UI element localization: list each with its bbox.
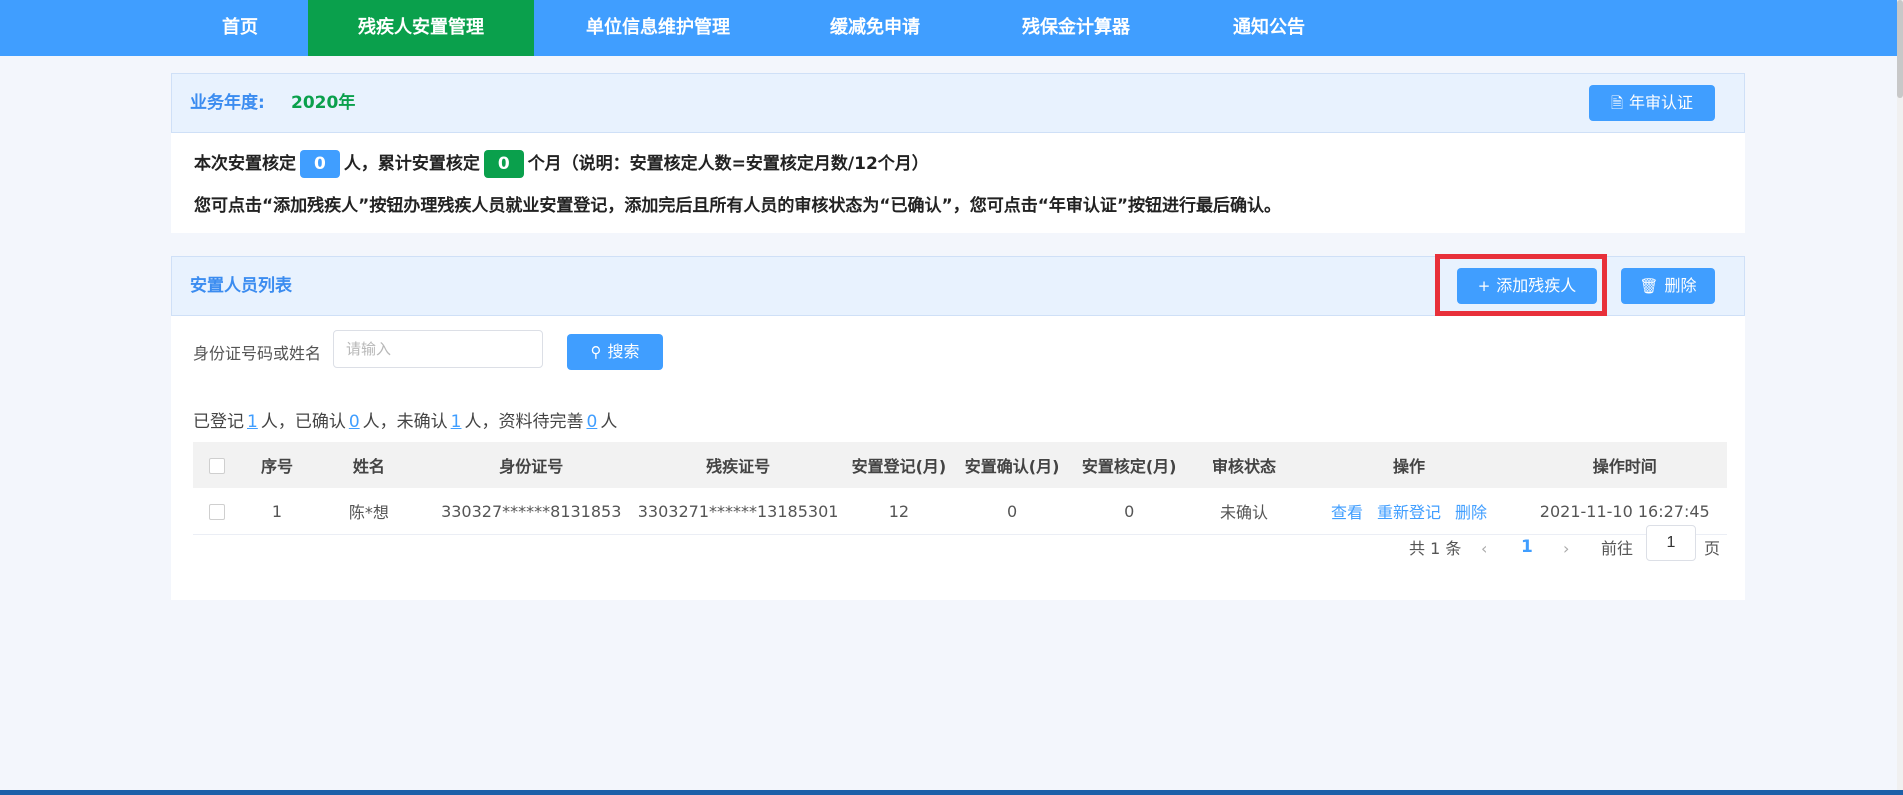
summary-text-3: 人，未确认	[362, 412, 448, 432]
bottom-bar	[0, 790, 1903, 795]
col-status: 审核状态	[1192, 442, 1296, 488]
scrollbar-track[interactable]	[1897, 0, 1903, 795]
nav-item-notices[interactable]: 通知公告	[1210, 0, 1328, 56]
list-title: 安置人员列表	[190, 276, 292, 296]
top-nav: 首页 残疾人安置管理 单位信息维护管理 缓减免申请 残保金计算器 通知公告	[0, 0, 1903, 56]
nav-item-placement-management[interactable]: 残疾人安置管理	[308, 0, 534, 56]
year-panel: 业务年度: 2020年 🗎 年审认证 本次安置核定 0 人，累计安置核定 0 个月（说明：…	[171, 73, 1745, 233]
search-icon: ⚲	[590, 343, 602, 361]
col-index: 序号	[241, 442, 313, 488]
registered-count[interactable]: 1	[247, 412, 258, 432]
document-icon: 🗎	[1610, 94, 1624, 112]
scrollbar-thumb[interactable]	[1897, 0, 1903, 98]
row-checkbox[interactable]	[209, 504, 226, 520]
col-actions: 操作	[1295, 442, 1523, 488]
confirmed-count[interactable]: 0	[349, 412, 360, 432]
delete-row-link[interactable]: 删除	[1455, 503, 1487, 522]
year-panel-header: 业务年度: 2020年 🗎 年审认证	[171, 73, 1745, 133]
placement-mid: 人，累计安置核定	[343, 154, 480, 174]
cell-registered-months: 12	[839, 488, 959, 535]
prev-page-icon[interactable]: ‹	[1481, 539, 1487, 558]
re-register-link[interactable]: 重新登记	[1377, 503, 1441, 522]
cell-id-number: 330327******8131853	[425, 488, 637, 535]
col-confirmed-months: 安置确认(月)	[958, 442, 1066, 488]
table-row: 1 陈*想 330327******8131853 3303271******1…	[193, 488, 1727, 535]
search-label: 身份证号码或姓名	[193, 344, 322, 363]
table-header-row: 序号 姓名 身份证号 残疾证号 安置登记(月) 安置确认(月) 安置核定(月) …	[193, 442, 1727, 488]
search-input[interactable]	[333, 330, 543, 368]
view-link[interactable]: 查看	[1331, 503, 1363, 522]
cell-actions: 查看 重新登记 删除	[1295, 488, 1523, 535]
nav-item-home[interactable]: 首页	[195, 0, 285, 56]
year-label: 业务年度:	[190, 93, 265, 113]
page-number-current[interactable]: 1	[1521, 537, 1533, 557]
list-panel: 安置人员列表 +添加残疾人 🗑删除 身份证号码或姓名 ⚲搜索 已登记1人，已确认…	[171, 254, 1745, 600]
cell-index: 1	[241, 488, 313, 535]
cell-confirmed-months: 0	[958, 488, 1066, 535]
summary-text-2: 人，已确认	[260, 412, 346, 432]
search-button[interactable]: ⚲ 搜索	[567, 334, 663, 370]
col-time: 操作时间	[1522, 442, 1727, 488]
summary-text-4: 人，资料待完善	[464, 412, 584, 432]
summary-text-5: 人	[600, 412, 618, 432]
year-value: 2020年	[291, 93, 356, 113]
next-page-icon[interactable]: ›	[1563, 539, 1569, 558]
placement-months-badge: 0	[483, 150, 524, 178]
placement-prefix: 本次安置核定	[194, 154, 296, 174]
nav-item-calculator[interactable]: 残保金计算器	[1000, 0, 1152, 56]
placement-suffix: 个月（说明：安置核定人数=安置核定月数/12个月）	[527, 154, 929, 174]
nav-item-reduction-application[interactable]: 缓减免申请	[800, 0, 950, 56]
nav-item-unit-info[interactable]: 单位信息维护管理	[560, 0, 756, 56]
col-disability-cert: 残疾证号	[636, 442, 840, 488]
highlight-box	[1435, 254, 1607, 316]
pagination-total: 共 1 条	[1409, 539, 1462, 558]
incomplete-count[interactable]: 0	[586, 412, 597, 432]
page-jump-input[interactable]	[1646, 525, 1696, 561]
unconfirmed-count[interactable]: 1	[451, 412, 462, 432]
page-suffix: 页	[1704, 539, 1721, 558]
trash-icon: 🗑	[1639, 277, 1659, 295]
cell-time: 2021-11-10 16:27:45	[1522, 488, 1727, 535]
summary-text-1: 已登记	[193, 412, 244, 432]
placement-summary-line: 本次安置核定 0 人，累计安置核定 0 个月（说明：安置核定人数=安置核定月数/12个月…	[194, 149, 929, 178]
placement-count-badge: 0	[300, 150, 340, 178]
select-all-cell	[193, 442, 242, 488]
annual-certification-button[interactable]: 🗎 年审认证	[1589, 85, 1715, 121]
annual-certification-label: 年审认证	[1629, 93, 1694, 112]
registration-summary: 已登记 1 人，已确认 0 人，未确认 1 人，资料待完善 0 人	[193, 407, 617, 432]
placement-table: 序号 姓名 身份证号 残疾证号 安置登记(月) 安置确认(月) 安置核定(月) …	[193, 442, 1727, 535]
col-approved-months: 安置核定(月)	[1065, 442, 1193, 488]
delete-button[interactable]: 🗑 删除	[1621, 268, 1715, 304]
col-registered-months: 安置登记(月)	[839, 442, 959, 488]
delete-label: 删除	[1664, 276, 1697, 295]
search-button-label: 搜索	[607, 342, 640, 361]
cell-name: 陈*想	[312, 488, 426, 535]
instruction-text: 您可点击“添加残疾人”按钮办理残疾人员就业安置登记，添加完后且所有人员的审核状态…	[194, 196, 1282, 216]
select-all-checkbox[interactable]	[209, 458, 226, 474]
cell-approved-months: 0	[1065, 488, 1193, 535]
row-select-cell	[193, 488, 242, 535]
cell-status: 未确认	[1192, 488, 1296, 535]
col-id-number: 身份证号	[425, 442, 637, 488]
cell-disability-cert: 3303271******13185301	[636, 488, 840, 535]
goto-label: 前往	[1601, 539, 1634, 558]
col-name: 姓名	[312, 442, 426, 488]
